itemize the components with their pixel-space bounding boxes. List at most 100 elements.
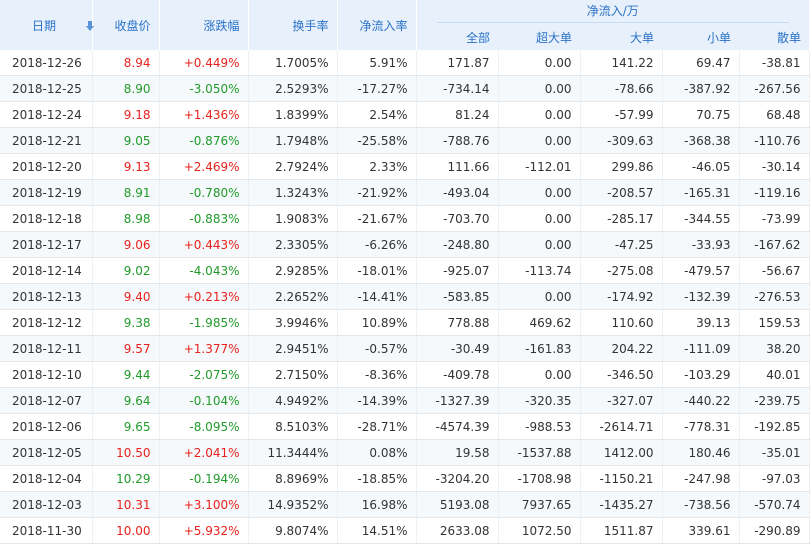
cell-retail: -38.81	[739, 50, 810, 76]
cell-date: 2018-12-19	[0, 179, 93, 206]
header-retail[interactable]: 散单	[739, 25, 810, 50]
cell-total: 19.58	[416, 439, 499, 466]
header-net-ratio[interactable]: 净流入率	[337, 0, 417, 50]
cell-turnover: 1.7005%	[248, 50, 338, 76]
cell-date: 2018-11-30	[0, 517, 93, 544]
cell-change: +5.932%	[159, 517, 249, 544]
cell-total: 5193.08	[416, 491, 499, 518]
cell-close: 9.44	[92, 361, 160, 388]
cell-small: -738.56	[662, 491, 740, 518]
cell-total: -30.49	[416, 335, 499, 362]
cell-retail: -276.53	[739, 283, 810, 310]
cell-net-ratio: -17.27%	[337, 75, 417, 102]
cell-change: -0.883%	[159, 205, 249, 232]
cell-close: 9.64	[92, 387, 160, 414]
cell-small: -387.92	[662, 75, 740, 102]
cell-net-ratio: -14.41%	[337, 283, 417, 310]
cell-retail: -97.03	[739, 465, 810, 492]
header-large[interactable]: 大单	[580, 25, 662, 50]
table-row: 2018-12-04 10.29 -0.194% 8.8969% -18.85% -320…	[0, 465, 810, 492]
cell-large: -174.92	[580, 283, 663, 310]
cell-small: -440.22	[662, 387, 740, 414]
sort-down-arrow-icon[interactable]	[86, 21, 95, 31]
header-date[interactable]: 日期	[0, 0, 95, 50]
cell-total: 778.88	[416, 309, 499, 336]
cell-change: -0.194%	[159, 465, 249, 492]
cell-change: +2.469%	[159, 153, 249, 180]
cell-net-ratio: -0.57%	[337, 335, 417, 362]
table-row: 2018-12-06 9.65 -8.095% 8.5103% -28.71% -4574…	[0, 413, 810, 440]
cell-small: 180.46	[662, 439, 740, 466]
cell-retail: -56.67	[739, 257, 810, 284]
cell-date: 2018-12-21	[0, 127, 93, 154]
cell-small: 70.75	[662, 101, 740, 128]
table-row: 2018-12-19 8.91 -0.780% 1.3243% -21.92% -493.…	[0, 179, 810, 206]
cell-large: -2614.71	[580, 413, 663, 440]
header-total[interactable]: 全部	[416, 25, 498, 50]
cell-large: 204.22	[580, 335, 663, 362]
table-row: 2018-12-10 9.44 -2.075% 2.7150% -8.36% -409.7…	[0, 361, 810, 388]
table-row: 2018-12-12 9.38 -1.985% 3.9946% 10.89% 778.88…	[0, 309, 810, 336]
cell-change: -3.050%	[159, 75, 249, 102]
cell-total: -409.78	[416, 361, 499, 388]
table-row: 2018-11-30 10.00 +5.932% 9.8074% 14.51% 2633.…	[0, 517, 810, 544]
cell-date: 2018-12-07	[0, 387, 93, 414]
table-row: 2018-12-20 9.13 +2.469% 2.7924% 2.33% 111.66-…	[0, 153, 810, 180]
table-row: 2018-12-24 9.18 +1.436% 1.8399% 2.54% 81.24 0.…	[0, 101, 810, 128]
cell-turnover: 11.3444%	[248, 439, 338, 466]
header-row-top: 日期 收盘价 涨跌幅 换手率 净流入率 净流入/万	[0, 0, 810, 50]
cell-change: -8.095%	[159, 413, 249, 440]
cell-date: 2018-12-18	[0, 205, 93, 232]
cell-net-ratio: 10.89%	[337, 309, 417, 336]
cell-total: 81.24	[416, 101, 499, 128]
cell-close: 10.00	[92, 517, 160, 544]
table-row: 2018-12-21 9.05 -0.876% 1.7948% -25.58% -788.…	[0, 127, 810, 154]
cell-total: -3204.20	[416, 465, 499, 492]
cell-large: -78.66	[580, 75, 663, 102]
cell-super-large: -1708.98	[498, 465, 581, 492]
header-net-inflow-label: 净流入/万	[436, 2, 789, 23]
cell-retail: -239.75	[739, 387, 810, 414]
header-small[interactable]: 小单	[662, 25, 739, 50]
cell-small: -132.39	[662, 283, 740, 310]
cell-total: -925.07	[416, 257, 499, 284]
cell-close: 10.29	[92, 465, 160, 492]
cell-turnover: 14.9352%	[248, 491, 338, 518]
cell-turnover: 2.3305%	[248, 231, 338, 258]
cell-close: 8.94	[92, 50, 160, 76]
cell-small: -368.38	[662, 127, 740, 154]
cell-close: 8.98	[92, 205, 160, 232]
cell-close: 8.91	[92, 179, 160, 206]
cell-retail: -73.99	[739, 205, 810, 232]
header-turnover[interactable]: 换手率	[248, 0, 338, 50]
cell-date: 2018-12-24	[0, 101, 93, 128]
cell-change: -0.876%	[159, 127, 249, 154]
cell-change: +0.213%	[159, 283, 249, 310]
cell-turnover: 1.7948%	[248, 127, 338, 154]
cell-small: -479.57	[662, 257, 740, 284]
cell-super-large: 0.00	[498, 101, 581, 128]
table-row: 2018-12-26 8.94 +0.449% 1.7005% 5.91% 171.87 0…	[0, 50, 810, 76]
cell-total: -248.80	[416, 231, 499, 258]
header-close[interactable]: 收盘价	[92, 0, 160, 50]
cell-large: -1435.27	[580, 491, 663, 518]
header-super-large[interactable]: 超大单	[498, 25, 580, 50]
cell-super-large: -113.74	[498, 257, 581, 284]
cell-small: -103.29	[662, 361, 740, 388]
cell-small: 39.13	[662, 309, 740, 336]
cell-super-large: 469.62	[498, 309, 581, 336]
cell-net-ratio: 2.33%	[337, 153, 417, 180]
cell-total: -734.14	[416, 75, 499, 102]
cell-super-large: 0.00	[498, 127, 581, 154]
cell-super-large: 1072.50	[498, 517, 581, 544]
cell-net-ratio: 14.51%	[337, 517, 417, 544]
table-row: 2018-12-11 9.57 +1.377% 2.9451% -0.57% -30.49…	[0, 335, 810, 362]
cell-date: 2018-12-26	[0, 50, 93, 76]
cell-large: 141.22	[580, 50, 663, 76]
cell-super-large: -988.53	[498, 413, 581, 440]
cell-turnover: 2.2652%	[248, 283, 338, 310]
cell-small: -247.98	[662, 465, 740, 492]
cell-super-large: 0.00	[498, 361, 581, 388]
cell-small: -778.31	[662, 413, 740, 440]
header-change[interactable]: 涨跌幅	[159, 0, 249, 50]
